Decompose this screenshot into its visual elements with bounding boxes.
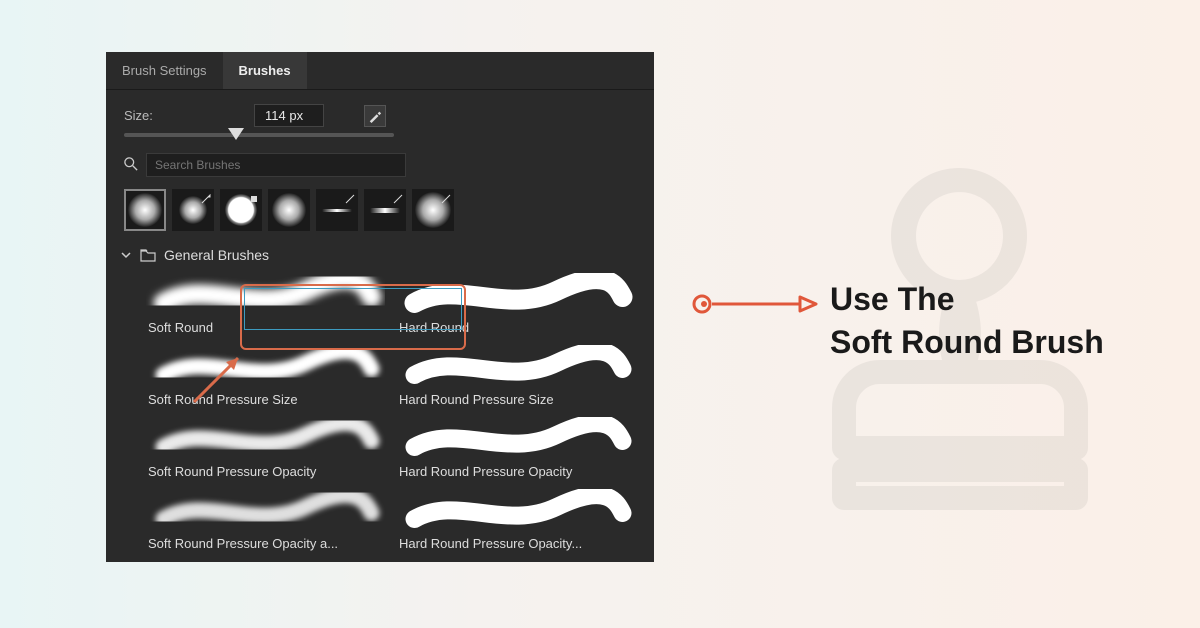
pressure-badge-icon [201, 192, 211, 202]
brush-label: Soft Round Pressure Opacity a... [146, 536, 385, 551]
brush-soft-round-pressure-size[interactable]: Soft Round Pressure Size [146, 345, 385, 407]
slider-thumb-icon[interactable] [228, 128, 244, 140]
brush-label: Hard Round [397, 320, 636, 335]
brush-label: Soft Round [146, 320, 385, 335]
brush-soft-round[interactable]: Soft Round [146, 273, 385, 335]
search-input[interactable] [146, 153, 406, 177]
pressure-badge-icon [345, 192, 355, 202]
recent-brush-5[interactable] [316, 189, 358, 231]
recent-brush-3[interactable] [220, 189, 262, 231]
brush-hard-round-pressure-opacity-flow[interactable]: Hard Round Pressure Opacity... [397, 489, 636, 551]
size-label: Size: [124, 108, 224, 123]
pressure-badge-icon [249, 192, 259, 202]
brush-label: Hard Round Pressure Opacity... [397, 536, 636, 551]
brush-label: Soft Round Pressure Size [146, 392, 385, 407]
brush-preview-toggle-icon[interactable] [364, 105, 386, 127]
instruction-line-2: Soft Round Brush [830, 321, 1104, 364]
chevron-down-icon [120, 249, 132, 261]
recent-brush-6[interactable] [364, 189, 406, 231]
folder-general-brushes[interactable]: General Brushes [106, 241, 654, 269]
tab-brush-settings[interactable]: Brush Settings [106, 52, 223, 89]
brush-label: Soft Round Pressure Opacity [146, 464, 385, 479]
brush-soft-round-pressure-opacity[interactable]: Soft Round Pressure Opacity [146, 417, 385, 479]
size-value-field[interactable]: 114 px [254, 104, 324, 127]
folder-label: General Brushes [164, 247, 269, 263]
recent-brush-1[interactable] [124, 189, 166, 231]
brush-grid: Soft Round Hard Round Soft Round Pressur… [106, 269, 654, 562]
recent-brushes-row [106, 183, 654, 241]
brush-hard-round-pressure-size[interactable]: Hard Round Pressure Size [397, 345, 636, 407]
pressure-badge-icon [393, 192, 403, 202]
pressure-badge-icon [441, 192, 451, 202]
folder-icon [140, 248, 156, 262]
brush-label: Hard Round Pressure Size [397, 392, 636, 407]
brush-hard-round[interactable]: Hard Round [397, 273, 636, 335]
brush-hard-round-pressure-opacity[interactable]: Hard Round Pressure Opacity [397, 417, 636, 479]
recent-brush-2[interactable] [172, 189, 214, 231]
size-slider[interactable] [106, 131, 654, 147]
brush-label: Hard Round Pressure Opacity [397, 464, 636, 479]
panel-tabs: Brush Settings Brushes [106, 52, 654, 90]
search-row [106, 147, 654, 183]
tab-brushes[interactable]: Brushes [223, 52, 307, 89]
brush-soft-round-pressure-opacity-flow[interactable]: Soft Round Pressure Opacity a... [146, 489, 385, 551]
search-icon [124, 157, 138, 174]
brushes-panel: Brush Settings Brushes Size: 114 px Gene… [106, 52, 654, 562]
recent-brush-7[interactable] [412, 189, 454, 231]
size-row: Size: 114 px [106, 90, 654, 131]
instruction-line-1: Use The [830, 278, 1104, 321]
callout-connector-icon [690, 292, 820, 316]
instruction-text: Use The Soft Round Brush [830, 278, 1104, 364]
recent-brush-4[interactable] [268, 189, 310, 231]
